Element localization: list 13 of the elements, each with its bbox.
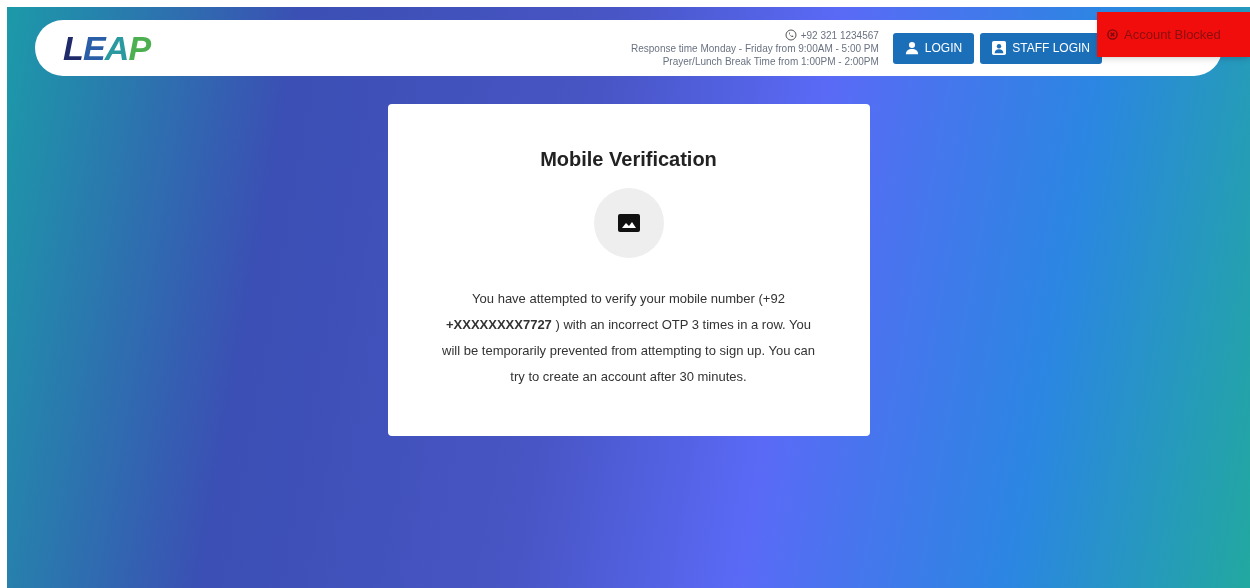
staff-login-button[interactable]: STAFF LOGIN [980, 32, 1102, 64]
logo[interactable]: LEAP [63, 31, 151, 65]
hours-text: Prayer/Lunch Break Time from 1:00PM - 2:00PM [662, 54, 879, 68]
phone-icon [784, 29, 797, 41]
toast-message: Account Blocked [1124, 25, 1221, 44]
user-card-icon [992, 41, 1007, 55]
user-icon [904, 41, 919, 55]
card-title: Mobile Verification [540, 147, 717, 172]
hours-text: Response time Monday - Friday from 9:00AM - 5:00 PM [631, 41, 879, 55]
phone-number: +92 321 1234567 [800, 28, 879, 42]
message-paragraph: You have attempted to verify your mobile number (+92 +XXXXXXXX7727 ) with an incorrect OTP 3 times in a row. You will be temporarily prevented from attempting to sign up. You can try to create an account after 30 minutes. [441, 290, 816, 386]
close-circle-icon [1107, 29, 1118, 40]
login-button[interactable]: LOGIN [892, 32, 975, 64]
